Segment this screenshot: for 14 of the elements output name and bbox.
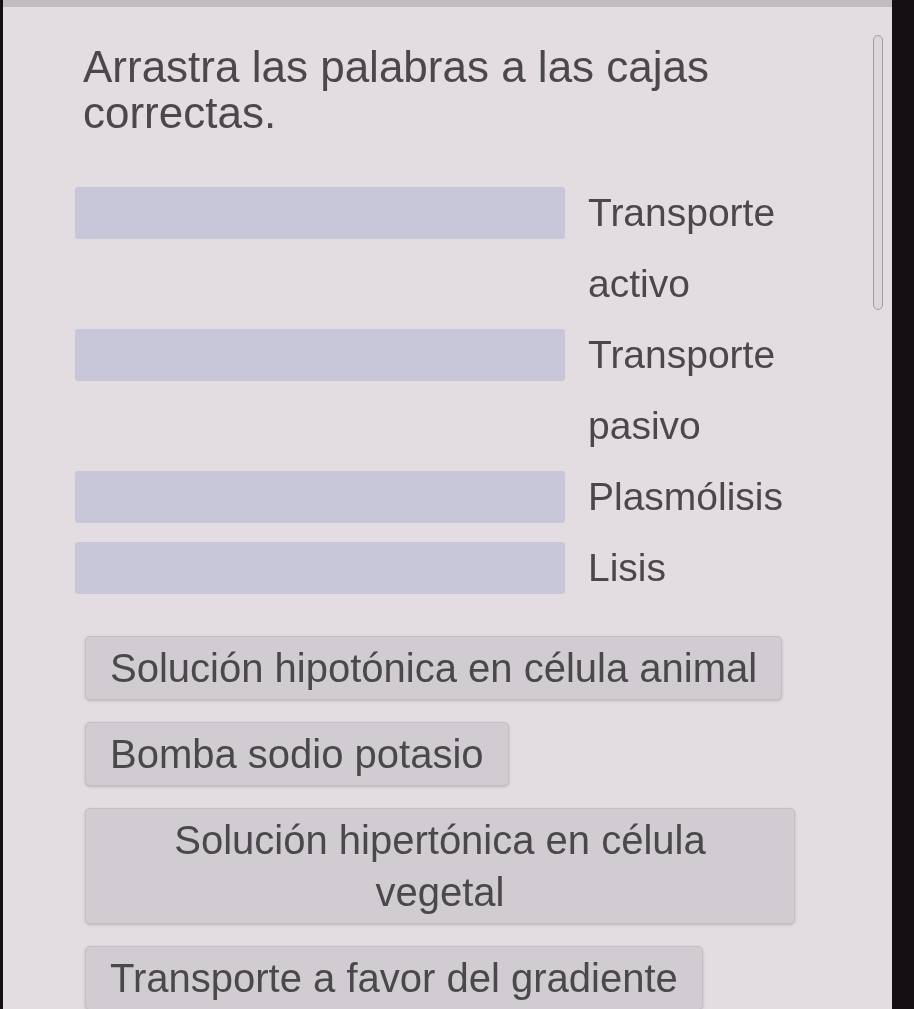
target-label: Transporte activo	[588, 190, 777, 307]
target-label: Plasmólisis	[588, 474, 784, 520]
instruction-text: Arrastra las palabras a las cajas correctas.	[83, 44, 711, 136]
target-label: Transporte pasivo	[588, 332, 777, 449]
answer-box[interactable]	[75, 542, 565, 594]
word-chip[interactable]: Solución hipertónica en célula vegetal	[85, 808, 795, 924]
word-chip[interactable]: Bomba sodio potasio	[85, 722, 509, 786]
answer-box[interactable]	[75, 329, 565, 381]
answer-box[interactable]	[75, 471, 565, 523]
word-chip[interactable]: Transporte a favor del gradiente	[85, 946, 703, 1009]
scrollbar-thumb[interactable]	[873, 35, 883, 310]
answer-box[interactable]	[75, 187, 565, 239]
target-label: Lisis	[588, 545, 667, 591]
word-chip[interactable]: Solución hipotónica en célula animal	[85, 636, 783, 700]
